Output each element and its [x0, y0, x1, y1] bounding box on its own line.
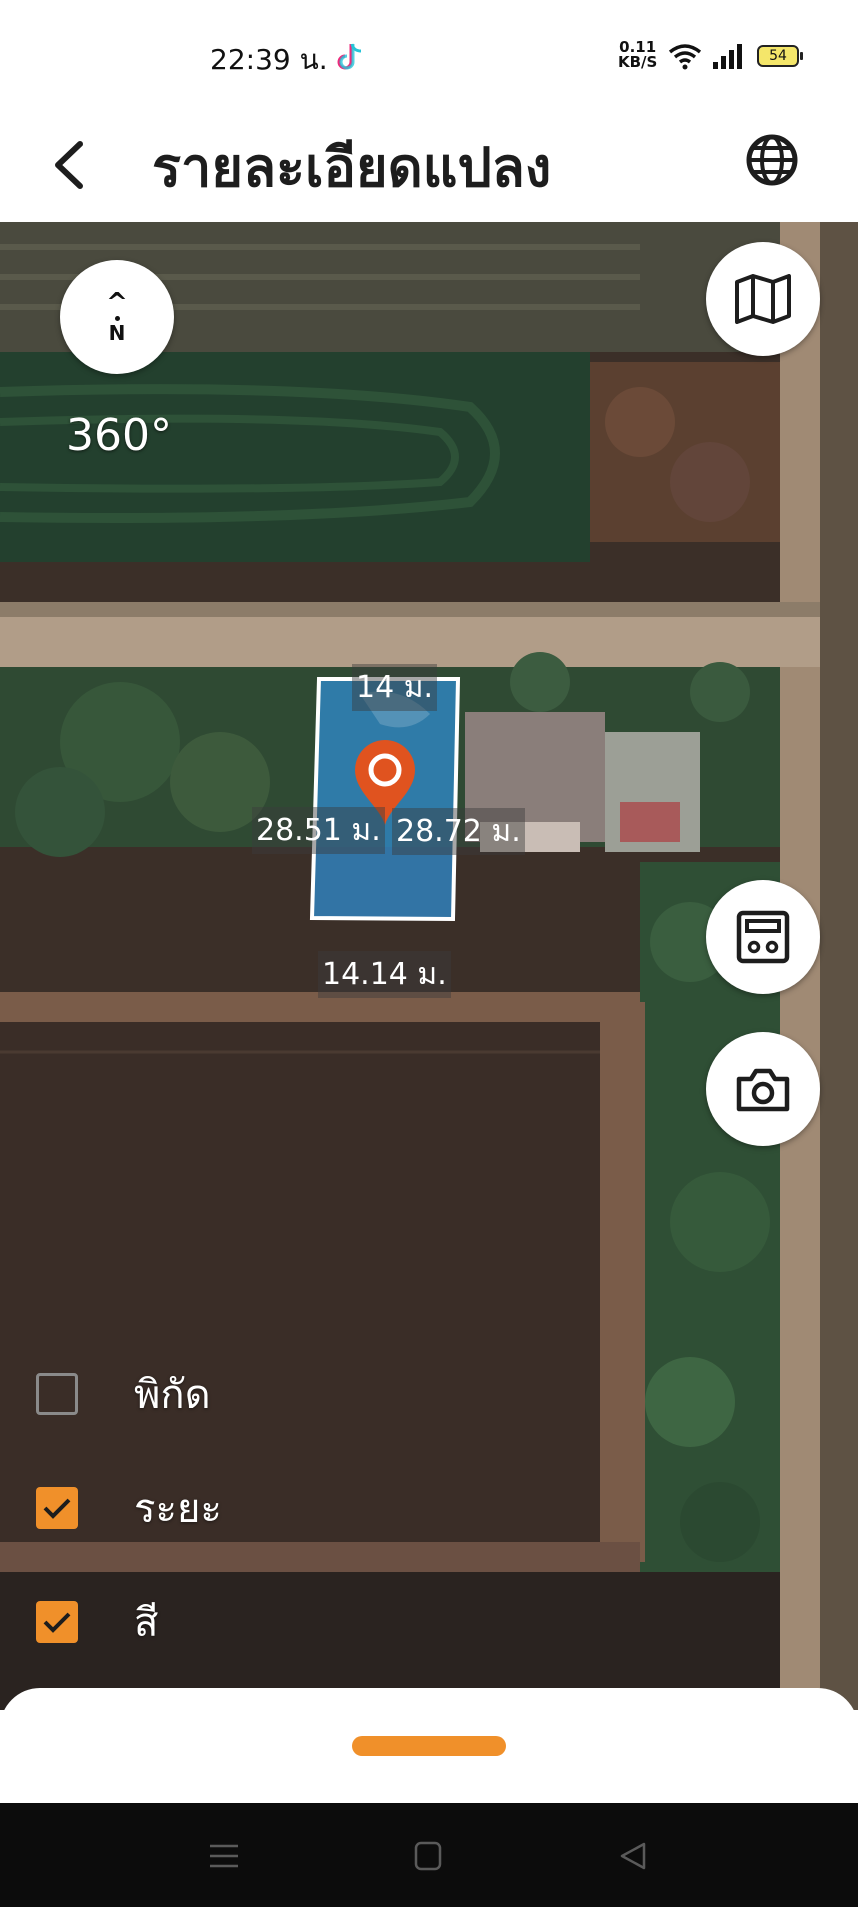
app-header: รายละเอียดแปลง	[0, 110, 858, 222]
layer-label-color: สี	[134, 1600, 159, 1646]
status-time: 22:39 น.	[210, 43, 328, 76]
calculator-icon	[736, 910, 790, 964]
compass-button[interactable]: ^ N	[60, 260, 174, 374]
heading-degrees: 360°	[66, 410, 172, 461]
camera-button[interactable]	[706, 1032, 820, 1146]
home-square-icon[interactable]	[408, 1839, 448, 1873]
check-icon	[43, 1498, 71, 1519]
checkbox-unchecked[interactable]	[36, 1373, 78, 1415]
page-title: รายละเอียดแปลง	[152, 136, 552, 199]
area-calculator-button[interactable]	[706, 880, 820, 994]
status-bar: 22:39 น. 0.11 KB/S 54	[0, 0, 858, 110]
plot-bottom-length: 14.14 ม.	[318, 951, 451, 998]
battery-indicator: 54	[757, 45, 803, 67]
layer-label-distance: ระยะ	[134, 1486, 222, 1532]
network-speed-unit: KB/S	[618, 53, 658, 71]
plot-right-length: 28.72 ม.	[392, 808, 525, 855]
menu-icon[interactable]	[204, 1839, 244, 1873]
compass-north-label: N	[108, 320, 126, 345]
back-button[interactable]	[40, 130, 100, 200]
network-speed: 0.11 KB/S	[618, 40, 657, 70]
signal-icon	[713, 44, 742, 69]
layer-toggle-coordinates[interactable]: พิกัด	[36, 1362, 211, 1426]
plot-left-length: 28.51 ม.	[252, 807, 385, 854]
checkbox-checked[interactable]	[36, 1487, 78, 1529]
back-triangle-icon[interactable]	[614, 1839, 654, 1873]
sheet-drag-handle[interactable]	[352, 1736, 506, 1756]
map-type-button[interactable]	[706, 242, 820, 356]
plot-top-length: 14 ม.	[352, 664, 438, 711]
layer-toggle-color[interactable]: สี	[36, 1590, 158, 1654]
check-icon	[43, 1612, 71, 1633]
camera-icon	[736, 1068, 790, 1112]
layer-label-coordinates: พิกัด	[134, 1372, 211, 1418]
compass-arrow-icon: ^	[106, 287, 128, 318]
layer-toggle-distance[interactable]: ระยะ	[36, 1476, 222, 1540]
tiktok-icon	[337, 43, 362, 70]
map-icon	[735, 274, 791, 324]
satellite-map[interactable]: 14 ม. 28.51 ม. 28.72 ม. 14.14 ม. ^ N 360…	[0, 222, 858, 1710]
system-nav-bar	[0, 1803, 858, 1907]
bottom-sheet[interactable]	[0, 1688, 858, 1803]
globe-icon[interactable]	[740, 128, 804, 192]
compass-dot	[114, 315, 120, 321]
wifi-icon	[668, 44, 702, 70]
checkbox-checked[interactable]	[36, 1601, 78, 1643]
